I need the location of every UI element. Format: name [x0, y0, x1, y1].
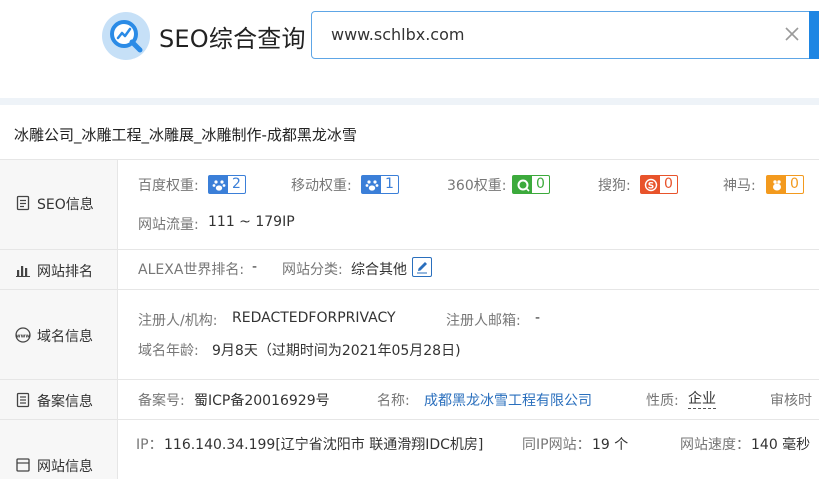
row-label-text: 网站信息	[37, 459, 93, 475]
document-icon	[15, 195, 31, 211]
ip-value: 116.140.34.199[辽宁省沈阳市 联通滑翔IDC机房]	[164, 437, 484, 453]
search-button[interactable]	[809, 11, 819, 59]
row-label-text: 域名信息	[37, 329, 93, 345]
ip-label: IP：	[136, 437, 163, 453]
email-value: -	[535, 310, 541, 326]
row-label-domain: www 域名信息	[0, 290, 118, 379]
icp-nature-label: 性质:	[646, 393, 679, 409]
site-title: 冰雕公司_冰雕工程_冰雕展_冰雕制作-成都黑龙冰雪	[14, 126, 357, 144]
sogou-badge[interactable]: S 0	[640, 175, 678, 194]
header-divider	[0, 98, 819, 105]
category-label: 网站分类:	[282, 262, 343, 278]
registrant-value: REDACTEDFORPRIVACY	[232, 310, 396, 326]
mobile-weight-label: 移动权重:	[291, 178, 352, 194]
www-icon: www	[15, 327, 31, 343]
shenma-horse-icon	[767, 176, 786, 193]
search-input[interactable]: www.schlbx.com	[331, 25, 464, 44]
bar-chart-icon	[15, 262, 31, 278]
so360-weight-value: 0	[536, 176, 545, 192]
sogou-icon: S	[641, 176, 660, 193]
same-ip-label: 同IP网站：	[522, 437, 591, 453]
traffic-value: 111 ~ 179IP	[208, 214, 295, 230]
row-label-text: 备案信息	[37, 394, 93, 410]
svg-text:S: S	[647, 181, 653, 191]
brand-title[interactable]: SEO综合查询	[159, 19, 306, 54]
server-row: 网站信息 IP： 116.140.34.199[辽宁省沈阳市 联通滑翔IDC机房…	[0, 419, 819, 479]
icp-nature-value[interactable]: 企业	[688, 390, 716, 409]
baidu-weight-badge[interactable]: 2	[208, 175, 246, 194]
mobile-paw-icon	[362, 176, 381, 193]
alexa-label: ALEXA世界排名:	[138, 262, 245, 278]
registrant-label: 注册人/机构:	[138, 313, 218, 329]
seo-logo-icon[interactable]	[101, 11, 151, 61]
icp-audit-label: 审核时	[770, 393, 812, 409]
alexa-value: -	[252, 259, 258, 275]
so360-weight-badge[interactable]: 0	[512, 175, 550, 194]
shenma-value: 0	[790, 176, 799, 192]
domain-age-value: 9月8天（过期时间为2021年05月28日)	[212, 343, 461, 359]
icp-name-label: 名称:	[377, 393, 410, 409]
search-box[interactable]: www.schlbx.com	[311, 11, 819, 59]
record-icon	[15, 392, 31, 408]
row-label-seo: SEO信息	[0, 160, 118, 249]
row-label-icp: 备案信息	[0, 380, 118, 419]
icp-number-label: 备案号:	[138, 393, 185, 409]
seo-info-row: SEO信息 百度权重: 2 移动权重: 1 360权重: 0 搜狗: S 0 神…	[0, 159, 819, 249]
domain-row: www 域名信息 注册人/机构: REDACTEDFORPRIVACY 注册人邮…	[0, 289, 819, 379]
mobile-weight-value: 1	[385, 176, 394, 192]
speed-value: 140 毫秒	[751, 437, 811, 453]
speed-label: 网站速度：	[680, 437, 750, 453]
domain-age-label: 域名年龄:	[138, 343, 199, 359]
svg-text:www: www	[16, 333, 31, 339]
row-label-text: 网站排名	[37, 264, 93, 280]
baidu-weight-label: 百度权重:	[138, 178, 199, 194]
shenma-badge[interactable]: 0	[766, 175, 804, 194]
server-icon	[15, 457, 31, 473]
sogou-value: 0	[664, 176, 673, 192]
email-label: 注册人邮箱:	[446, 313, 521, 329]
mobile-weight-badge[interactable]: 1	[361, 175, 399, 194]
rank-row: 网站排名 ALEXA世界排名: - 网站分类: 综合其他	[0, 249, 819, 289]
category-value: 综合其他	[351, 262, 407, 278]
same-ip-value[interactable]: 19 个	[592, 434, 628, 454]
sogou-label: 搜狗:	[598, 178, 631, 194]
baidu-weight-value: 2	[232, 176, 241, 192]
traffic-label: 网站流量:	[138, 217, 199, 233]
icp-name-link[interactable]: 成都黑龙冰雪工程有限公司	[424, 390, 592, 410]
icp-number-value: 蜀ICP备20016929号	[194, 393, 330, 409]
row-label-rank: 网站排名	[0, 250, 118, 289]
so360-weight-label: 360权重:	[447, 178, 507, 194]
edit-category-icon[interactable]	[412, 257, 432, 277]
row-label-server: 网站信息	[0, 420, 118, 479]
icp-row: 备案信息 备案号: 蜀ICP备20016929号 名称: 成都黑龙冰雪工程有限公…	[0, 379, 819, 419]
so360-icon	[513, 176, 532, 193]
clear-icon[interactable]	[782, 24, 802, 44]
shenma-label: 神马:	[723, 178, 756, 194]
row-label-text: SEO信息	[37, 197, 94, 213]
header: SEO综合查询 www.schlbx.com	[0, 0, 819, 98]
baidu-paw-icon	[209, 176, 228, 193]
